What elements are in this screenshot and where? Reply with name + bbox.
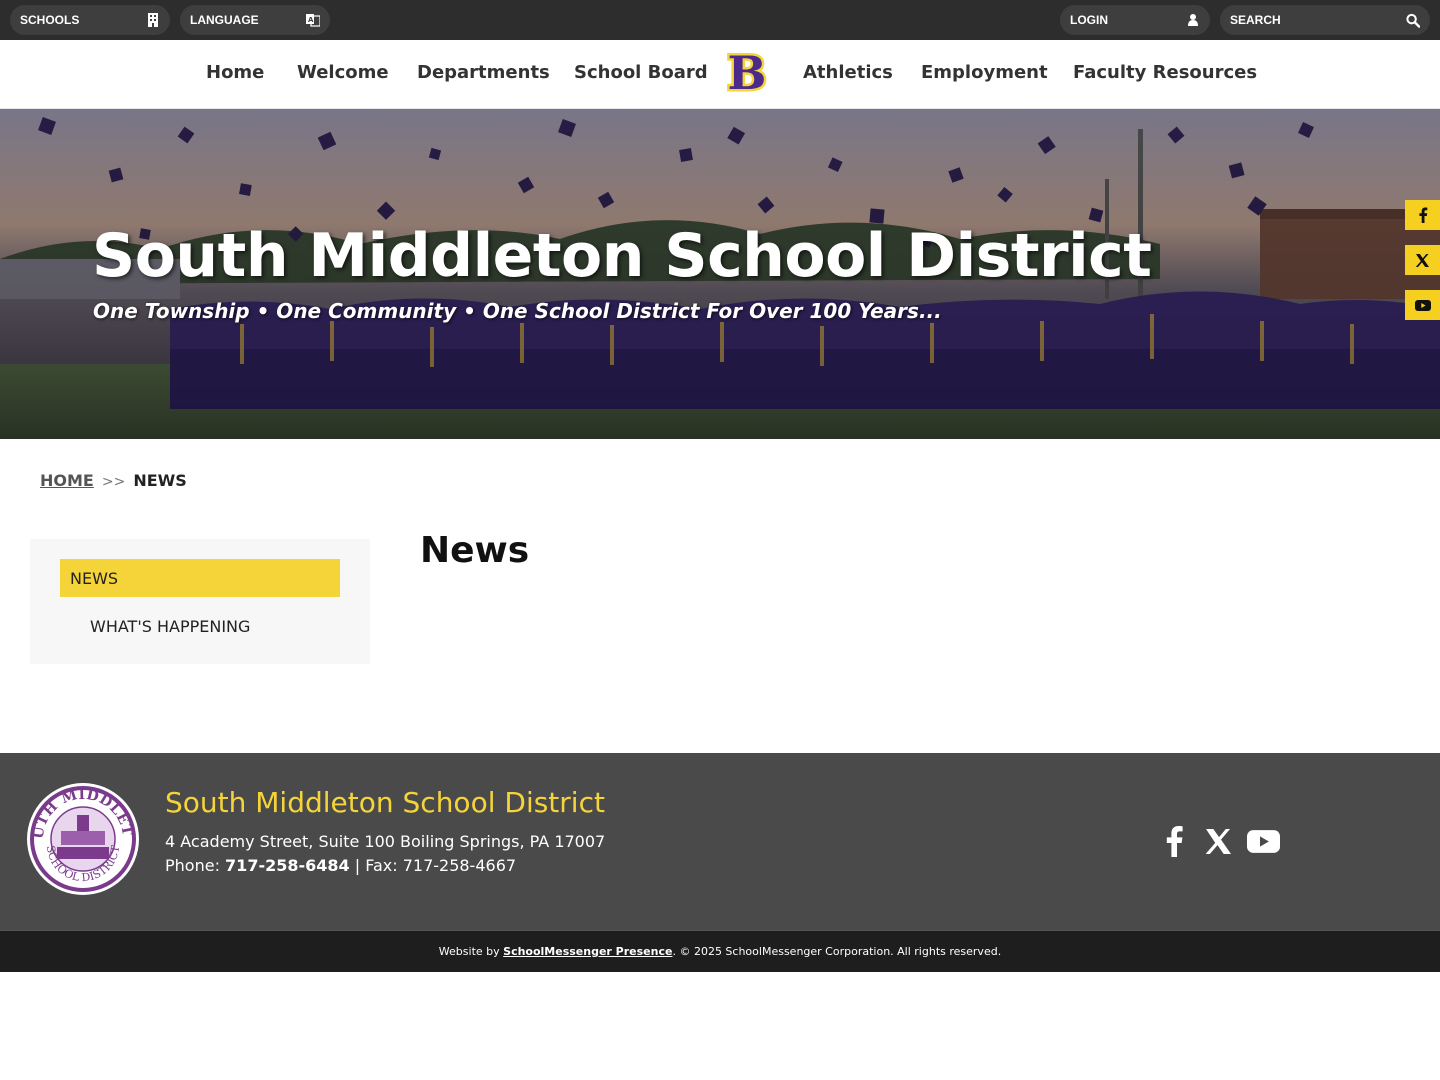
youtube-icon bbox=[1414, 299, 1431, 311]
site-footer: SOUTH MIDDLETON SCHOOL DISTRICT South Mi… bbox=[0, 753, 1440, 930]
footer-x-icon[interactable] bbox=[1206, 829, 1231, 854]
nav-departments[interactable]: Departments bbox=[417, 62, 550, 83]
svg-text:A: A bbox=[308, 16, 314, 24]
footer-contact: Phone: 717-258-6484 | Fax: 717-258-4667 bbox=[165, 856, 516, 875]
nav-welcome[interactable]: Welcome bbox=[297, 62, 389, 83]
schoolmessenger-link[interactable]: SchoolMessenger Presence bbox=[503, 945, 672, 958]
hero-tagline: One Township • One Community • One Schoo… bbox=[93, 299, 942, 323]
district-seal: SOUTH MIDDLETON SCHOOL DISTRICT bbox=[25, 781, 139, 895]
credit-suffix: . © 2025 SchoolMessenger Corporation. Al… bbox=[672, 945, 1002, 958]
breadcrumb-home[interactable]: HOME bbox=[40, 471, 94, 490]
page-title: News bbox=[420, 530, 530, 571]
language-dropdown[interactable]: LANGUAGE A bbox=[180, 5, 330, 35]
sidebar-item-whats-happening[interactable]: WHAT'S HAPPENING bbox=[90, 617, 250, 636]
search-input[interactable] bbox=[1230, 13, 1390, 27]
main-navigation: Home Welcome Departments School Board B … bbox=[0, 40, 1440, 109]
youtube-tab[interactable] bbox=[1405, 290, 1440, 320]
user-icon bbox=[1186, 13, 1200, 27]
footer-youtube-icon[interactable] bbox=[1247, 830, 1280, 853]
facebook-icon bbox=[1418, 207, 1427, 223]
svg-text:B: B bbox=[728, 49, 767, 97]
nav-faculty-resources[interactable]: Faculty Resources bbox=[1073, 62, 1257, 83]
language-label: LANGUAGE bbox=[190, 13, 259, 27]
login-button[interactable]: LOGIN bbox=[1060, 5, 1210, 35]
utility-bar: SCHOOLS LANGUAGE A LOGIN bbox=[0, 0, 1440, 40]
credit-prefix: Website by bbox=[438, 945, 500, 958]
search-icon[interactable] bbox=[1406, 13, 1420, 28]
phone-number[interactable]: 717-258-6484 bbox=[225, 856, 350, 875]
translate-icon: A bbox=[306, 13, 320, 27]
breadcrumb-separator: >> bbox=[101, 474, 126, 490]
copyright-bar: Website by SchoolMessenger Presence. © 2… bbox=[0, 930, 1440, 972]
building-icon bbox=[146, 13, 160, 27]
fax-number: | Fax: 717-258-4667 bbox=[349, 856, 517, 875]
search-box bbox=[1220, 5, 1430, 35]
nav-school-board[interactable]: School Board bbox=[574, 62, 708, 83]
breadcrumb: HOME >> NEWS bbox=[40, 471, 187, 490]
sidebar-item-news[interactable]: NEWS bbox=[60, 559, 340, 597]
x-tab[interactable] bbox=[1405, 245, 1440, 275]
hero-banner: South Middleton School District One Town… bbox=[0, 109, 1440, 439]
section-sidebar: NEWS WHAT'S HAPPENING bbox=[30, 539, 370, 664]
nav-athletics[interactable]: Athletics bbox=[803, 62, 893, 83]
district-logo[interactable]: B B bbox=[727, 49, 767, 97]
hero-title: South Middleton School District bbox=[92, 221, 1152, 291]
breadcrumb-current: NEWS bbox=[133, 471, 187, 490]
phone-label: Phone: bbox=[165, 856, 226, 875]
facebook-tab[interactable] bbox=[1405, 200, 1440, 230]
x-icon bbox=[1416, 253, 1429, 267]
nav-home[interactable]: Home bbox=[206, 62, 264, 83]
schools-label: SCHOOLS bbox=[20, 13, 80, 27]
schools-dropdown[interactable]: SCHOOLS bbox=[10, 5, 170, 35]
footer-address: 4 Academy Street, Suite 100 Boiling Spri… bbox=[165, 832, 606, 851]
nav-employment[interactable]: Employment bbox=[921, 62, 1048, 83]
login-label: LOGIN bbox=[1070, 13, 1108, 27]
footer-district-name: South Middleton School District bbox=[165, 786, 605, 819]
footer-facebook-icon[interactable] bbox=[1164, 825, 1184, 857]
